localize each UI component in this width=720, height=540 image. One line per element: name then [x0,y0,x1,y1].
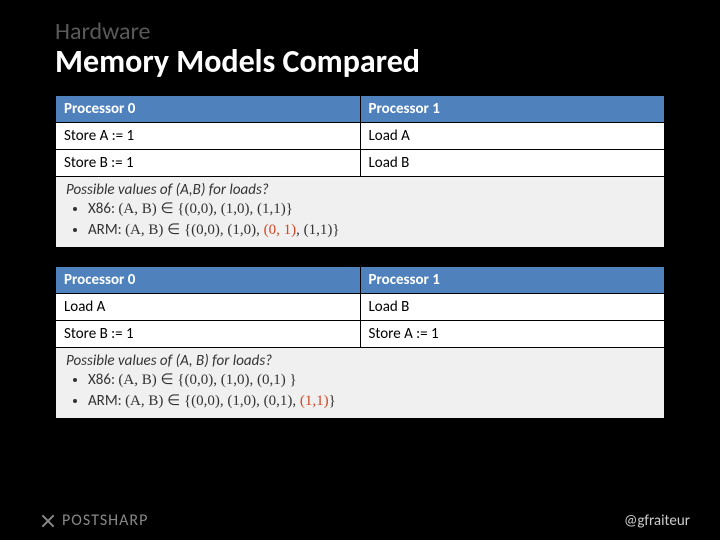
result-box-2: Possible values of (A, B) for loads? X86… [55,348,665,419]
x86-label: X86: [88,200,118,218]
table-row: Store B := 1 Load B [56,150,665,177]
arm-pre: (A, B) ∈ {(0,0), (1,0), [125,222,264,238]
arm-expr: (A, B) ∈ {(0,0), (1,0), (0,1), (1,1)} [125,393,336,409]
table-row: Store B := 1 Store A := 1 [56,321,665,348]
arm-expr: (A, B) ∈ {(0,0), (1,0), (0, 1), (1,1)} [125,222,340,238]
table-header-row: Processor 0 Processor 1 [56,267,665,294]
x86-expr: (A, B) ∈ {(0,0), (1,0), (1,1)} [118,201,293,217]
example-2: Processor 0 Processor 1 Load A Load B St… [55,266,665,419]
col-proc0: Processor 0 [56,96,361,123]
table-2: Processor 0 Processor 1 Load A Load B St… [55,266,665,348]
x86-label: X86: [88,371,118,389]
cell: Store B := 1 [56,150,361,177]
cell: Load B [360,294,665,321]
x86-expr: (A, B) ∈ {(0,0), (1,0), (0,1) } [118,372,296,388]
question: Possible values of (A, B) for loads? [66,352,654,370]
example-1: Processor 0 Processor 1 Store A := 1 Loa… [55,95,665,248]
x86-line: X86: (A, B) ∈ {(0,0), (1,0), (1,1)} [88,199,654,220]
cell: Load A [360,123,665,150]
table-row: Load A Load B [56,294,665,321]
table-header-row: Processor 0 Processor 1 [56,96,665,123]
slide: Hardware Memory Models Compared Processo… [0,0,720,540]
table-row: Store A := 1 Load A [56,123,665,150]
footer: POSTSHARP @gfraiteur [0,511,720,530]
brand-logo: POSTSHARP [40,511,148,530]
arm-post: } [329,393,336,409]
arm-pre: (A, B) ∈ {(0,0), (1,0), (0,1), [125,393,300,409]
arm-post: , (1,1)} [296,222,339,238]
table-1: Processor 0 Processor 1 Store A := 1 Loa… [55,95,665,177]
cell: Load A [56,294,361,321]
arm-label: ARM: [88,392,125,410]
col-proc0: Processor 0 [56,267,361,294]
col-proc1: Processor 1 [360,267,665,294]
col-proc1: Processor 1 [360,96,665,123]
slide-title: Memory Models Compared [55,42,665,81]
x86-line: X86: (A, B) ∈ {(0,0), (1,0), (0,1) } [88,370,654,391]
cell: Store B := 1 [56,321,361,348]
question: Possible values of (A,B) for loads? [66,181,654,199]
logo-icon [40,513,56,529]
cell: Load B [360,150,665,177]
arm-line: ARM: (A, B) ∈ {(0,0), (1,0), (0, 1), (1,… [88,220,654,241]
arm-line: ARM: (A, B) ∈ {(0,0), (1,0), (0,1), (1,1… [88,391,654,412]
arm-label: ARM: [88,221,125,239]
result-box-1: Possible values of (A,B) for loads? X86:… [55,177,665,248]
cell: Store A := 1 [360,321,665,348]
cell: Store A := 1 [56,123,361,150]
arm-highlight: (1,1) [300,393,329,409]
twitter-handle: @gfraiteur [624,512,690,530]
pretitle: Hardware [55,20,665,44]
arm-highlight: (0, 1) [264,222,297,238]
brand-name: POSTSHARP [62,511,148,530]
